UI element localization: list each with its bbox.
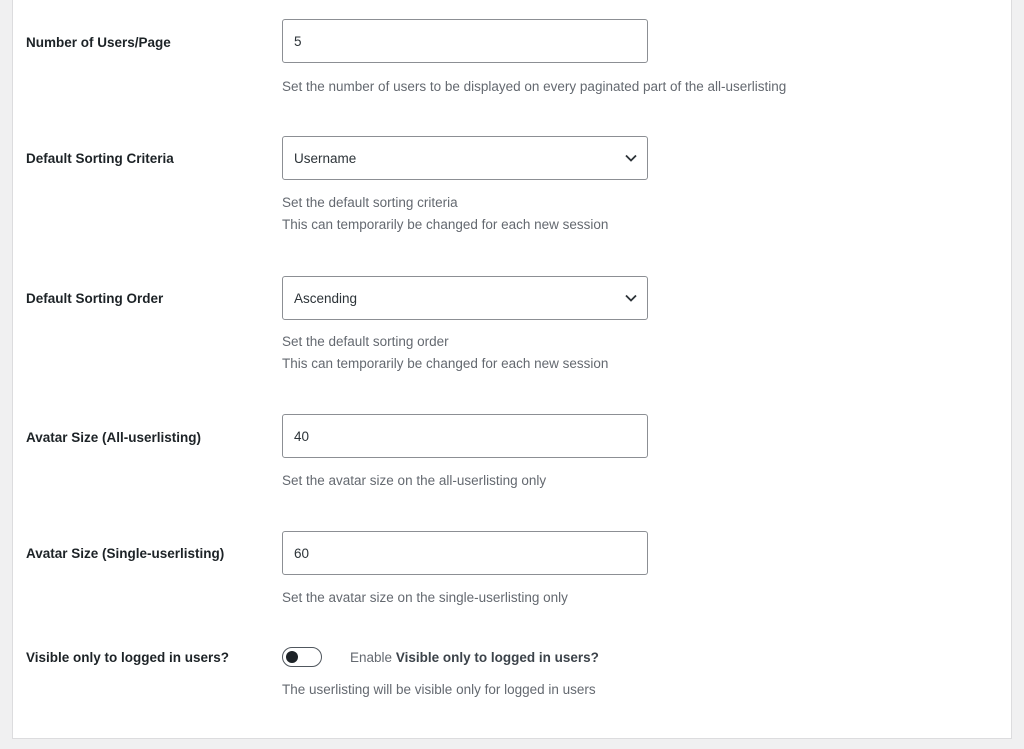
toggle-caption: Enable Visible only to logged in users?	[350, 650, 599, 665]
setting-description: Set the default sorting order	[282, 334, 449, 349]
setting-description: The userlisting will be visible only for…	[282, 682, 596, 697]
toggle-label: Visible only to logged in users?	[395, 650, 599, 665]
input-value: 40	[294, 428, 310, 444]
users-per-page-input[interactable]: 5	[282, 19, 648, 63]
setting-description: This can temporarily be changed for each…	[282, 356, 609, 371]
setting-label: Avatar Size (All-userlisting)	[26, 430, 202, 445]
input-value: 60	[294, 545, 310, 561]
settings-panel: Number of Users/Page 5 Set the number of…	[12, 0, 1012, 739]
setting-label: Visible only to logged in users?	[26, 650, 230, 665]
chevron-down-icon	[625, 154, 637, 162]
input-value: 5	[294, 33, 302, 49]
select-value: Ascending	[294, 290, 358, 306]
setting-description: Set the avatar size on the all-userlisti…	[282, 473, 547, 488]
toggle-prefix: Enable	[350, 650, 393, 665]
toggle-knob	[286, 650, 298, 663]
setting-label: Default Sorting Criteria	[26, 151, 174, 166]
setting-label: Default Sorting Order	[26, 291, 164, 306]
setting-description: Set the avatar size on the single-userli…	[282, 590, 568, 605]
sorting-criteria-select[interactable]: Username	[282, 136, 648, 180]
avatar-size-single-input[interactable]: 60	[282, 531, 648, 575]
select-value: Username	[294, 150, 357, 166]
setting-label: Number of Users/Page	[26, 35, 171, 50]
chevron-down-icon	[625, 294, 637, 302]
setting-description: This can temporarily be changed for each…	[282, 217, 609, 232]
setting-description: Set the default sorting criteria	[282, 195, 458, 210]
visible-logged-in-toggle[interactable]	[282, 647, 322, 667]
setting-description: Set the number of users to be displayed …	[282, 79, 787, 94]
setting-label: Avatar Size (Single-userlisting)	[26, 546, 225, 561]
avatar-size-all-input[interactable]: 40	[282, 414, 648, 458]
sorting-order-select[interactable]: Ascending	[282, 276, 648, 320]
